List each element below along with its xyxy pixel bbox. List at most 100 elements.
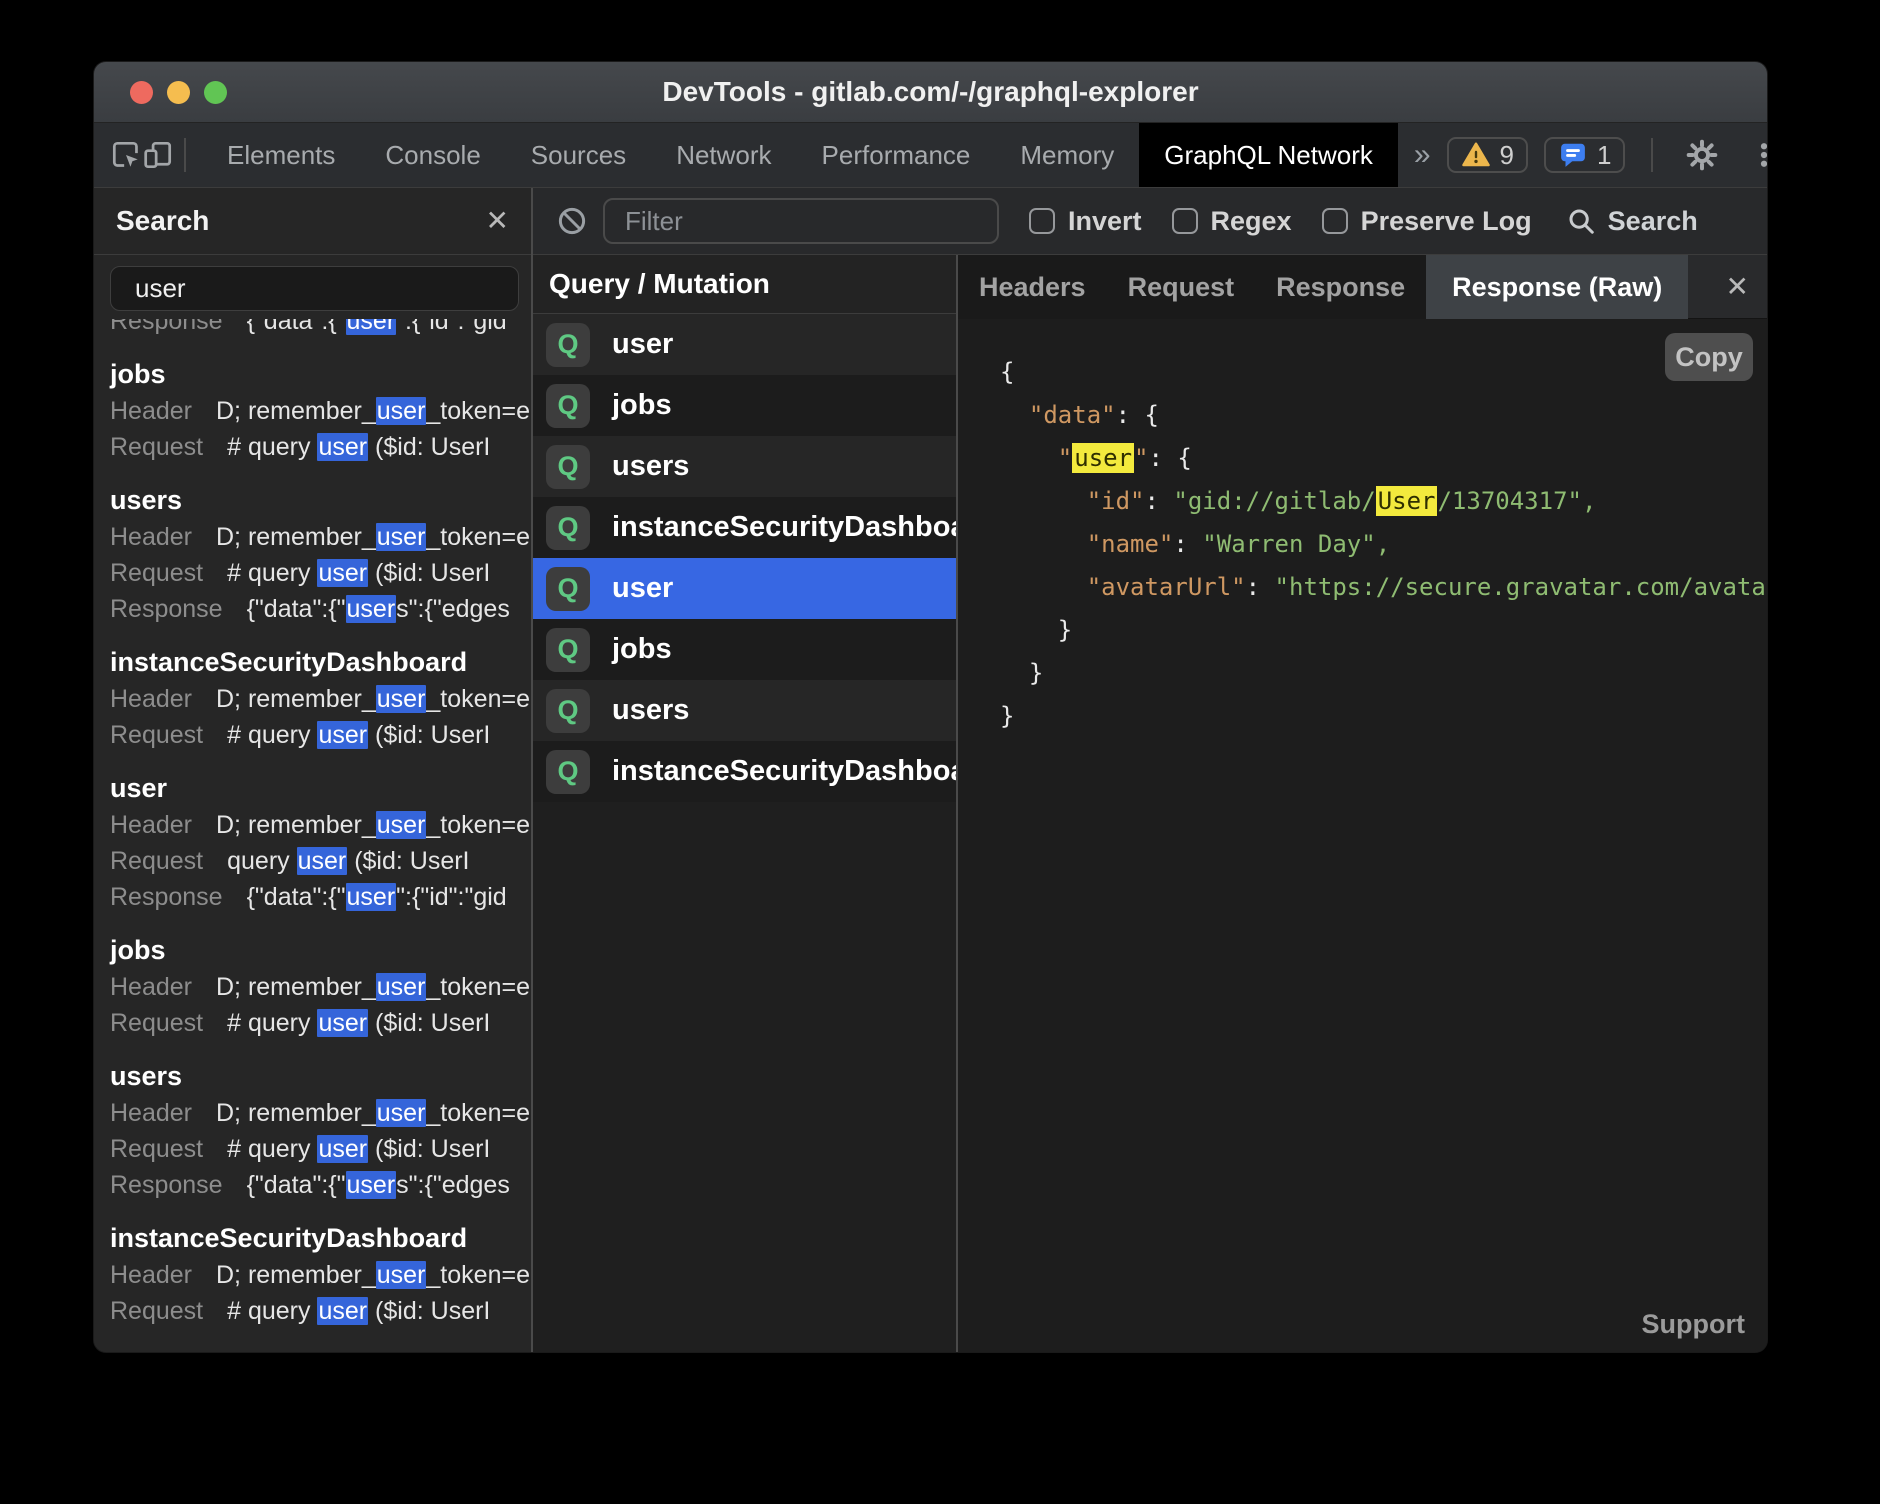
text-segment: " xyxy=(1058,444,1072,472)
regex-checkbox-box[interactable] xyxy=(1172,208,1198,234)
tab-headers[interactable]: Headers xyxy=(958,255,1107,319)
search-match-highlight: user xyxy=(346,1171,397,1199)
filter-input[interactable] xyxy=(603,198,999,244)
kebab-menu-icon[interactable] xyxy=(1741,132,1767,178)
regex-checkbox[interactable]: Regex xyxy=(1172,206,1292,237)
invert-checkbox[interactable]: Invert xyxy=(1029,206,1142,237)
search-result-line[interactable]: Request query user ($id: UserI xyxy=(110,843,531,879)
invert-checkbox-box[interactable] xyxy=(1029,208,1055,234)
search-result-line[interactable]: HeaderD; remember_user_token=e xyxy=(110,681,531,717)
tab-request[interactable]: Request xyxy=(1107,255,1256,319)
search-result-line[interactable]: Response{"data":{"user":{"id":"gid xyxy=(110,879,531,915)
text-segment: _token=e xyxy=(426,811,530,839)
text-segment: ":{"id":"gid xyxy=(396,883,507,911)
search-result-line[interactable]: Request# query user ($id: UserI xyxy=(110,429,531,465)
devtools-window: DevTools - gitlab.com/-/graphql-explorer… xyxy=(94,62,1767,1352)
query-list-item[interactable]: Qjobs xyxy=(533,375,956,436)
network-search-button[interactable]: Search xyxy=(1566,206,1698,237)
search-result-line[interactable]: Request# query user ($id: UserI xyxy=(110,1005,531,1041)
search-match-highlight: user xyxy=(376,523,427,551)
result-line-label: Request xyxy=(110,843,203,879)
search-result-line[interactable]: Request# query user ($id: UserI xyxy=(110,555,531,591)
search-result-line[interactable]: Header D; remember_user_token=e xyxy=(110,519,531,555)
search-result-line[interactable]: HeaderD; remember_user_token=e xyxy=(110,1095,531,1131)
tab-network[interactable]: Network xyxy=(651,123,796,187)
text-segment: } xyxy=(1029,659,1043,687)
search-result-operation-name[interactable]: users xyxy=(110,1057,531,1095)
search-result-line[interactable]: Request# query user ($id: UserI xyxy=(110,1293,531,1329)
preserve-log-checkbox[interactable]: Preserve Log xyxy=(1322,206,1532,237)
search-result-operation-name[interactable]: users xyxy=(110,481,531,519)
tab-response[interactable]: Response xyxy=(1255,255,1426,319)
json-line: { xyxy=(1000,351,1767,394)
tab-graphql-network[interactable]: GraphQL Network xyxy=(1139,123,1398,187)
search-input[interactable] xyxy=(110,266,519,311)
result-line-label: Response xyxy=(110,319,223,339)
result-line-label: Request xyxy=(110,429,203,465)
json-line: "name": "Warren Day", xyxy=(1000,523,1767,566)
devtools-main: Search ✕ Response{"data":{"user":{"id":"… xyxy=(94,188,1767,1352)
tab-performance[interactable]: Performance xyxy=(797,123,996,187)
tab-response-raw[interactable]: Response (Raw) xyxy=(1426,255,1688,319)
query-list-item[interactable]: Qusers xyxy=(533,680,956,741)
query-list-item[interactable]: QinstanceSecurityDashboard xyxy=(533,741,956,802)
query-operation-name: users xyxy=(612,694,689,727)
text-segment: "id" xyxy=(1087,487,1145,515)
text-segment: # query xyxy=(227,721,317,749)
text-segment: "name" xyxy=(1087,530,1174,558)
details-close-icon[interactable]: ✕ xyxy=(1726,273,1749,301)
titlebar: DevTools - gitlab.com/-/graphql-explorer xyxy=(94,62,1767,123)
text-segment: : xyxy=(1116,401,1145,429)
close-window-button[interactable] xyxy=(130,81,153,104)
search-result-line[interactable]: HeaderD; remember_user_token=e xyxy=(110,1257,531,1293)
tab-console[interactable]: Console xyxy=(360,123,505,187)
zoom-window-button[interactable] xyxy=(204,81,227,104)
text-segment: D; remember_ xyxy=(216,1099,376,1127)
search-result-operation-name[interactable]: user xyxy=(110,769,531,807)
search-result-line[interactable]: Request# query user ($id: UserI xyxy=(110,717,531,753)
search-result-operation-name[interactable]: instanceSecurityDashboard xyxy=(110,643,531,681)
regex-checkbox-label: Regex xyxy=(1211,206,1292,237)
query-type-badge: Q xyxy=(546,323,590,367)
result-line-label: Header xyxy=(110,519,192,555)
search-match-highlight: user xyxy=(346,319,397,335)
copy-button[interactable]: Copy xyxy=(1665,333,1753,381)
query-list-item[interactable]: Quser xyxy=(533,314,956,375)
result-line-content: query user ($id: UserI xyxy=(227,843,469,879)
search-result-line[interactable]: Response{"data":{"users":{"edges xyxy=(110,1167,531,1203)
search-result-operation-name[interactable]: jobs xyxy=(110,355,531,393)
inspect-element-icon[interactable] xyxy=(110,132,142,178)
text-segment: ($id: UserI xyxy=(368,559,490,587)
search-result-line[interactable]: HeaderD; remember_user_token=e xyxy=(110,807,531,843)
query-list-item[interactable]: Qusers xyxy=(533,436,956,497)
query-list-item[interactable]: QinstanceSecurityDashboard xyxy=(533,497,956,558)
minimize-window-button[interactable] xyxy=(167,81,190,104)
settings-gear-icon[interactable] xyxy=(1679,132,1725,178)
tab-memory[interactable]: Memory xyxy=(995,123,1139,187)
issues-badge[interactable]: 1 xyxy=(1544,137,1625,173)
search-result-line[interactable]: Response{"data":{"users":{"edges xyxy=(110,591,531,627)
search-result-line[interactable]: Header D; remember_user_token=e xyxy=(110,969,531,1005)
result-line-content: D; remember_user_token=e xyxy=(216,969,530,1005)
result-line-label: Header xyxy=(110,969,192,1005)
preserve-log-checkbox-box[interactable] xyxy=(1322,208,1348,234)
tab-elements[interactable]: Elements xyxy=(202,123,360,187)
search-result-line[interactable]: Request# query user ($id: UserI xyxy=(110,1131,531,1167)
console-warnings-badge[interactable]: 9 xyxy=(1447,137,1528,173)
clear-log-icon[interactable] xyxy=(557,206,587,236)
search-result-line[interactable]: HeaderD; remember_user_token=e xyxy=(110,393,531,429)
tab-sources[interactable]: Sources xyxy=(506,123,651,187)
query-list-item[interactable]: Qjobs xyxy=(533,619,956,680)
search-panel-close-icon[interactable]: ✕ xyxy=(486,207,509,235)
device-toolbar-icon[interactable] xyxy=(142,132,174,178)
support-link[interactable]: Support xyxy=(1642,1309,1745,1340)
search-result-operation-name[interactable]: jobs xyxy=(110,931,531,969)
query-list-item-selected[interactable]: Quser xyxy=(533,558,956,619)
result-line-label: Request xyxy=(110,1005,203,1041)
search-result-line[interactable]: Response{"data":{"user":{"id":"gid xyxy=(110,319,531,339)
query-operation-name: instanceSecurityDashboard xyxy=(612,755,956,788)
query-type-badge: Q xyxy=(546,689,590,733)
search-result-operation-name[interactable]: instanceSecurityDashboard xyxy=(110,1219,531,1257)
more-tabs-chevron[interactable]: » xyxy=(1398,138,1447,172)
result-line-content: D; remember_user_token=e xyxy=(216,519,530,555)
